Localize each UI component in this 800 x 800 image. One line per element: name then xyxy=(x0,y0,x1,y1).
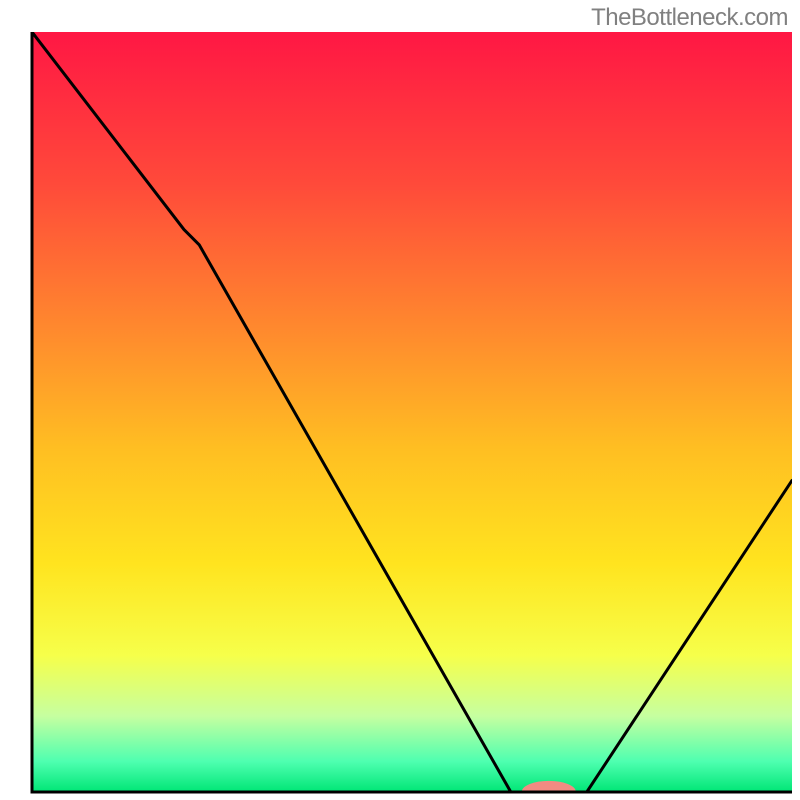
gradient-background xyxy=(32,32,792,792)
bottleneck-chart xyxy=(0,0,800,800)
attribution-label: TheBottleneck.com xyxy=(591,4,788,32)
